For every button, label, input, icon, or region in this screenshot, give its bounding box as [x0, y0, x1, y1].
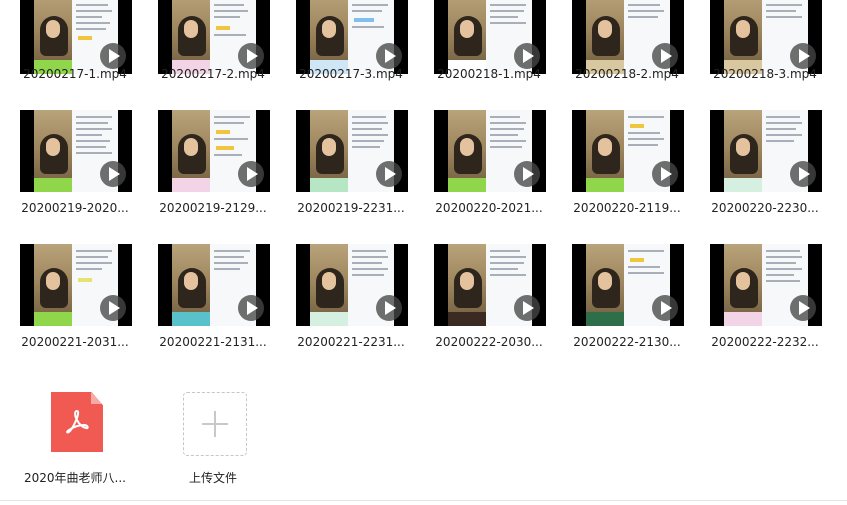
upload-file-button[interactable] [183, 392, 247, 456]
play-icon [100, 295, 126, 321]
file-name: 20200220-2230... [711, 201, 819, 215]
file-grid: 20200217-1.mp4 20200217-2.mp4 20200217-3… [0, 0, 847, 505]
file-name: 20200222-2232... [711, 335, 819, 349]
video-thumbnail[interactable] [572, 110, 684, 192]
file-name: 20200222-2030... [435, 335, 543, 349]
play-icon [652, 295, 678, 321]
file-name: 20200219-2231... [297, 201, 405, 215]
play-icon [238, 295, 264, 321]
file-name: 20200221-2231... [297, 335, 405, 349]
play-icon [376, 295, 402, 321]
file-name: 20200217-1.mp4 [23, 67, 127, 81]
file-name: 2020年曲老师八... [24, 471, 126, 485]
video-thumbnail[interactable] [158, 244, 270, 326]
video-thumbnail[interactable] [20, 244, 132, 326]
file-name: 20200219-2129... [159, 201, 267, 215]
play-icon [238, 161, 264, 187]
upload-label: 上传文件 [188, 471, 237, 485]
play-icon [514, 161, 540, 187]
play-icon [790, 295, 816, 321]
video-thumbnail[interactable] [434, 244, 546, 326]
play-icon [514, 295, 540, 321]
file-name: 20200220-2119... [573, 201, 681, 215]
file-name: 20200217-2.mp4 [161, 67, 265, 81]
file-name: 20200222-2130... [573, 335, 681, 349]
play-icon [514, 43, 540, 69]
video-thumbnail[interactable] [296, 244, 408, 326]
file-name: 20200218-1.mp4 [437, 67, 541, 81]
file-name: 20200218-2.mp4 [575, 67, 679, 81]
video-thumbnail[interactable] [434, 0, 546, 74]
file-name: 20200217-3.mp4 [299, 67, 403, 81]
plus-icon [202, 411, 228, 437]
play-icon [376, 161, 402, 187]
file-name: 20200221-2031... [21, 335, 129, 349]
video-thumbnail[interactable] [20, 0, 132, 74]
file-name: 20200221-2131... [159, 335, 267, 349]
video-thumbnail[interactable] [710, 244, 822, 326]
file-name: 20200219-2020... [21, 201, 129, 215]
play-icon [238, 43, 264, 69]
play-icon [376, 43, 402, 69]
play-icon [790, 43, 816, 69]
video-thumbnail[interactable] [20, 110, 132, 192]
video-thumbnail[interactable] [296, 0, 408, 74]
video-thumbnail[interactable] [572, 244, 684, 326]
video-thumbnail[interactable] [710, 0, 822, 74]
acrobat-icon [66, 409, 89, 434]
video-thumbnail[interactable] [572, 0, 684, 74]
file-name: 20200220-2021... [435, 201, 543, 215]
divider [0, 500, 847, 501]
video-thumbnail[interactable] [710, 110, 822, 192]
play-icon [100, 161, 126, 187]
file-name: 20200218-3.mp4 [713, 67, 817, 81]
video-thumbnail[interactable] [434, 110, 546, 192]
play-icon [652, 161, 678, 187]
video-thumbnail[interactable] [296, 110, 408, 192]
video-thumbnail[interactable] [158, 0, 270, 74]
pdf-file-icon[interactable] [51, 392, 103, 452]
play-icon [100, 43, 126, 69]
video-thumbnail[interactable] [158, 110, 270, 192]
play-icon [790, 161, 816, 187]
play-icon [652, 43, 678, 69]
